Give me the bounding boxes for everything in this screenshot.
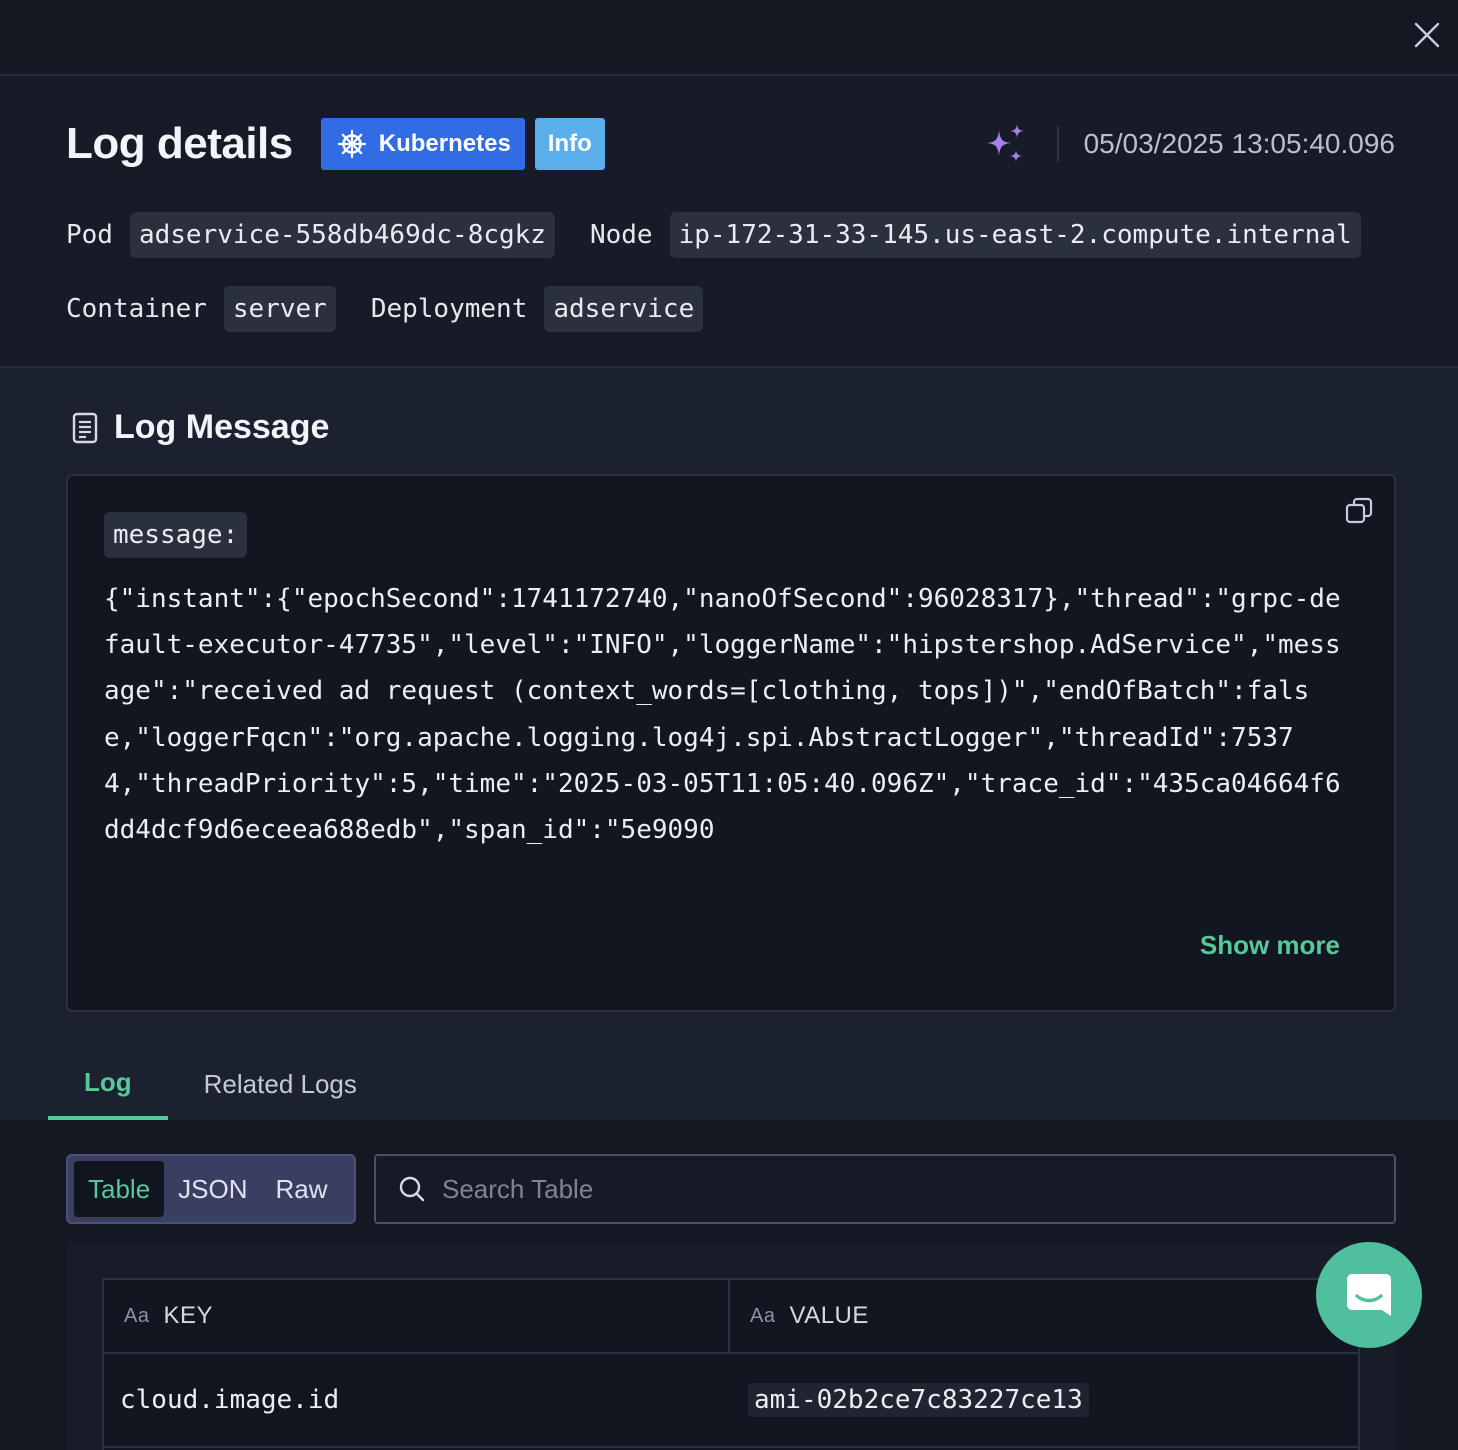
key-value-table: Aa KEY Aa VALUE cloud.image.id ami-02b2c… bbox=[102, 1278, 1360, 1450]
log-message-section: Log Message message: {"instant":{"epochS… bbox=[0, 368, 1458, 1120]
ai-assist-button[interactable] bbox=[983, 122, 1029, 168]
node-value[interactable]: ip-172-31-33-145.us-east-2.compute.inter… bbox=[669, 212, 1361, 258]
message-key-chip: message: bbox=[104, 512, 248, 558]
column-header-value-label: VALUE bbox=[789, 1302, 869, 1329]
kubernetes-badge: Kubernetes bbox=[320, 118, 525, 170]
meta-row-pod-node: Pod adservice-558db469dc-8cgkz Node ip-1… bbox=[66, 212, 1396, 258]
node-label: Node bbox=[589, 220, 653, 250]
log-message-title: Log Message bbox=[114, 408, 330, 446]
container-value[interactable]: server bbox=[223, 286, 336, 332]
page-title: Log details bbox=[66, 119, 293, 168]
search-icon bbox=[399, 1176, 425, 1202]
row-value: ami-02b2ce7c83227ce13 bbox=[748, 1383, 1089, 1417]
view-mode-switcher: Table JSON Raw bbox=[66, 1154, 356, 1224]
column-header-key[interactable]: Aa KEY bbox=[104, 1280, 730, 1352]
close-icon bbox=[1414, 22, 1440, 48]
column-header-value[interactable]: Aa VALUE bbox=[730, 1280, 869, 1352]
text-type-icon: Aa bbox=[750, 1304, 776, 1327]
pod-label: Pod bbox=[66, 220, 113, 250]
table-header: Aa KEY Aa VALUE bbox=[104, 1280, 1358, 1354]
pod-value[interactable]: adservice-558db469dc-8cgkz bbox=[129, 212, 555, 258]
table-container: Aa KEY Aa VALUE cloud.image.id ami-02b2c… bbox=[66, 1242, 1396, 1450]
title-row: Log details Kubernetes Info bbox=[66, 118, 605, 170]
level-badge: Info bbox=[534, 118, 605, 170]
container-label: Container bbox=[66, 294, 207, 324]
row-value-cell: ami-02b2ce7c83227ce13 bbox=[732, 1383, 1089, 1417]
deployment-label: Deployment bbox=[370, 294, 528, 324]
row-key: cloud.image.id bbox=[120, 1385, 340, 1415]
header-divider bbox=[1057, 126, 1059, 162]
tab-log[interactable]: Log bbox=[48, 1048, 168, 1120]
table-row[interactable]: cloud.image.id ami-02b2ce7c83227ce13 bbox=[104, 1354, 1358, 1448]
kubernetes-icon bbox=[337, 129, 366, 159]
message-body: {"instant":{"epochSecond":1741172740,"na… bbox=[104, 584, 1341, 846]
view-mode-raw[interactable]: Raw bbox=[262, 1161, 342, 1217]
chat-launcher-button[interactable] bbox=[1316, 1242, 1422, 1348]
log-message-heading: Log Message bbox=[70, 408, 329, 447]
sparkle-icon bbox=[987, 124, 1024, 162]
kubernetes-badge-label: Kubernetes bbox=[378, 130, 511, 157]
view-mode-table[interactable]: Table bbox=[74, 1161, 165, 1217]
deployment-value[interactable]: adservice bbox=[544, 286, 704, 332]
show-more-link[interactable]: Show more bbox=[1200, 930, 1340, 961]
message-box: message: {"instant":{"epochSecond":17411… bbox=[66, 474, 1396, 1012]
text-type-icon: Aa bbox=[124, 1304, 150, 1327]
detail-tabs: Log Related Logs bbox=[48, 1048, 393, 1120]
close-button[interactable] bbox=[1410, 18, 1444, 52]
log-table-panel: Table JSON Raw Aa KEY Aa VALUE cloud.im bbox=[0, 1120, 1458, 1450]
search-input[interactable] bbox=[442, 1173, 1342, 1205]
copy-button[interactable] bbox=[1344, 496, 1374, 526]
view-mode-json[interactable]: JSON bbox=[164, 1161, 261, 1217]
search-box bbox=[374, 1154, 1396, 1224]
copy-icon bbox=[1345, 497, 1373, 524]
column-header-key-label: KEY bbox=[163, 1302, 213, 1329]
meta-row-container-deployment: Container server Deployment adservice bbox=[66, 286, 738, 332]
log-timestamp: 05/03/2025 13:05:40.096 bbox=[1083, 128, 1395, 159]
document-icon bbox=[72, 412, 98, 443]
tab-related-logs[interactable]: Related Logs bbox=[168, 1048, 393, 1120]
log-details-header: Log details Kubernetes Info 05/03/2025 1 bbox=[0, 76, 1458, 368]
chat-icon bbox=[1347, 1274, 1391, 1316]
top-bar bbox=[0, 0, 1458, 76]
